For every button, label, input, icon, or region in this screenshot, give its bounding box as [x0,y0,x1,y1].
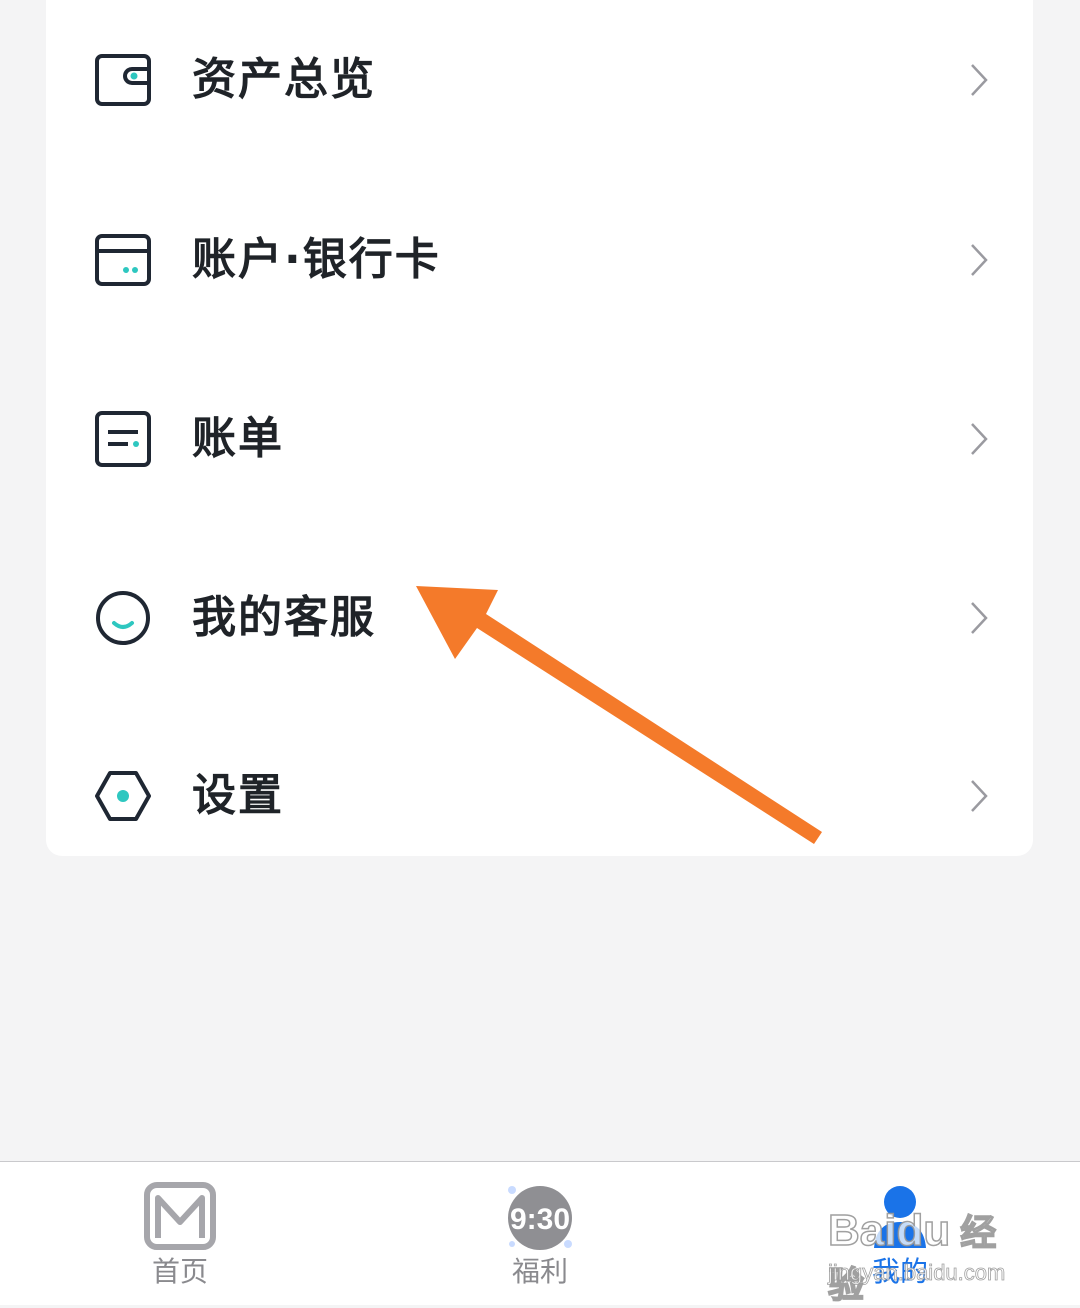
menu-item-asset-overview[interactable]: 资产总览 [46,20,1033,140]
customer-service-icon [96,591,150,645]
menu-item-account-bank-card[interactable]: 账户·银行卡 [46,200,1033,320]
menu-item-label: 我的客服 [192,592,376,643]
menu-item-settings[interactable]: 设置 [46,736,1033,856]
tab-label: 我的 [871,1255,928,1288]
bottom-tab-bar: 首页 9:30 福利 我的 [0,1161,1080,1305]
chevron-right-icon [971,780,988,812]
menu-item-bill[interactable]: 账单 [46,379,1033,499]
tab-mine[interactable]: 我的 [820,1162,980,1305]
menu-item-label: 设置 [192,770,284,821]
tab-welfare[interactable]: 9:30 福利 [460,1162,620,1305]
profile-icon [874,1186,926,1248]
bank-card-icon [95,234,151,286]
bill-icon [95,411,151,467]
chevron-right-icon [971,423,988,455]
tab-label: 首页 [151,1255,208,1288]
chevron-right-icon [971,602,988,634]
tab-label: 福利 [511,1255,568,1288]
welfare-badge-text: 9:30 [510,1203,570,1236]
welfare-930-icon: 9:30 [508,1186,572,1250]
settings-icon [95,771,151,821]
chevron-right-icon [971,244,988,276]
tab-home[interactable]: 首页 [100,1162,260,1305]
menu-item-label: 账单 [192,413,284,464]
menu-item-label: 资产总览 [192,54,376,105]
menu-item-customer-service[interactable]: 我的客服 [46,558,1033,678]
chevron-right-icon [971,64,988,96]
menu-card: 资产总览 账户·银行卡 账单 我的客服 设置 [46,0,1033,856]
home-logo-icon [144,1182,216,1250]
menu-item-label: 账户·银行卡 [192,234,441,285]
wallet-icon [95,54,151,106]
